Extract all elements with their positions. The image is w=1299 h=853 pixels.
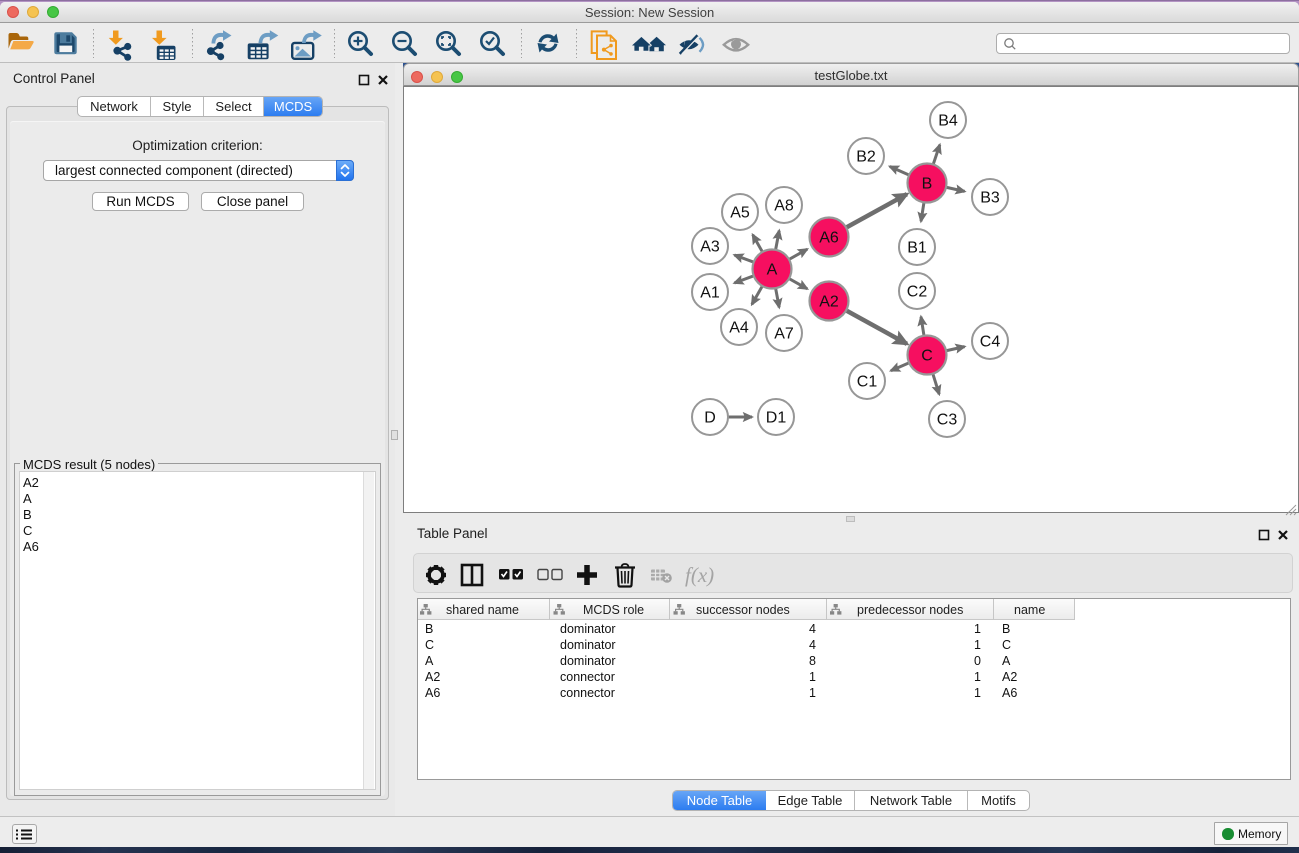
svg-text:C2: C2 [907, 284, 928, 301]
svg-text:C4: C4 [980, 334, 1001, 351]
svg-text:A4: A4 [729, 320, 749, 337]
svg-text:A: A [767, 262, 778, 279]
svg-text:B: B [922, 176, 933, 193]
svg-text:D1: D1 [766, 410, 787, 427]
svg-text:A5: A5 [730, 205, 750, 222]
svg-text:D: D [704, 410, 716, 427]
svg-text:f(x): f(x) [685, 563, 714, 587]
svg-text:C: C [921, 348, 933, 365]
svg-text:C3: C3 [937, 412, 958, 429]
svg-text:A7: A7 [774, 326, 794, 343]
svg-text:B3: B3 [980, 190, 1000, 207]
svg-text:A2: A2 [819, 294, 839, 311]
svg-text:A6: A6 [819, 230, 839, 247]
svg-text:A8: A8 [774, 198, 794, 215]
svg-text:B2: B2 [856, 149, 876, 166]
svg-text:C1: C1 [857, 374, 878, 391]
svg-text:B4: B4 [938, 113, 958, 130]
svg-text:A3: A3 [700, 239, 720, 256]
svg-text:B1: B1 [907, 240, 927, 257]
svg-text:A1: A1 [700, 285, 720, 302]
